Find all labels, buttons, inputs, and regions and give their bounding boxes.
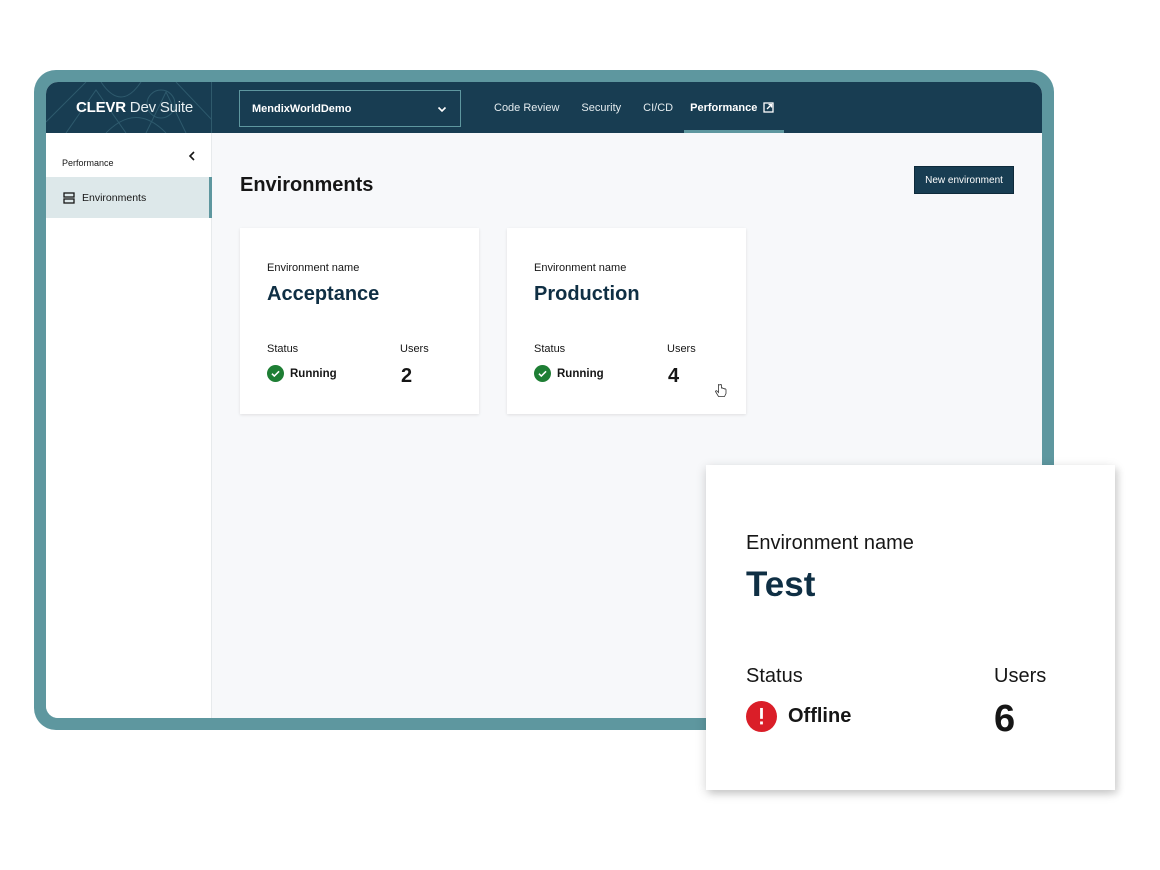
users-label: Users [400, 343, 429, 355]
chevron-down-icon [437, 106, 447, 112]
new-environment-button[interactable]: New environment [914, 166, 1014, 194]
brand-logo[interactable]: CLEVR Dev Suite [46, 82, 212, 133]
users-label: Users [994, 665, 1047, 687]
sidebar-item-label: Environments [82, 191, 147, 204]
users-count: 4 [668, 365, 680, 387]
top-navigation-bar: CLEVR Dev Suite MendixWorldDemo Code Rev… [46, 82, 1042, 133]
env-name: Acceptance [267, 283, 380, 305]
page-title: Environments [240, 174, 374, 196]
chevron-left-icon[interactable] [186, 149, 198, 163]
environment-card-production[interactable]: Environment name Production Status Users… [507, 228, 746, 414]
brand-name-bold: CLEVR [76, 99, 126, 116]
status-badge: Offline [746, 701, 851, 732]
environment-card-acceptance[interactable]: Environment name Acceptance Status Users… [240, 228, 479, 414]
status-badge: Running [267, 365, 337, 382]
status-text: Running [557, 367, 604, 380]
status-label: Status [267, 343, 299, 355]
users-label: Users [667, 343, 696, 355]
status-label: Status [746, 665, 803, 687]
error-circle-icon [746, 701, 777, 732]
main-nav: Code Review Security CI/CD Performance [483, 82, 785, 133]
external-link-icon [763, 102, 775, 113]
app-selector-value: MendixWorldDemo [252, 102, 352, 115]
status-badge: Running [534, 365, 604, 382]
status-text: Running [290, 367, 337, 380]
users-count: 6 [994, 698, 1016, 740]
hand-pointer-cursor-icon [715, 383, 727, 397]
users-count: 2 [401, 365, 413, 387]
server-icon [63, 191, 75, 204]
env-name-label: Environment name [267, 262, 360, 274]
check-circle-icon [267, 365, 284, 382]
nav-security[interactable]: Security [570, 82, 632, 133]
app-selector-dropdown[interactable]: MendixWorldDemo [239, 90, 461, 127]
check-circle-icon [534, 365, 551, 382]
status-text: Offline [788, 705, 852, 727]
nav-ci-cd[interactable]: CI/CD [632, 82, 684, 133]
nav-performance[interactable]: Performance [684, 82, 785, 133]
env-name: Test [746, 565, 816, 604]
env-name: Production [534, 283, 640, 305]
environment-card-test[interactable]: Environment name Test Status Users Offli… [706, 465, 1115, 790]
sidebar: Performance Environments [46, 133, 212, 718]
sidebar-title: Performance [62, 158, 114, 168]
status-label: Status [534, 343, 566, 355]
env-name-label: Environment name [534, 262, 627, 274]
sidebar-item-environments[interactable]: Environments [46, 177, 212, 218]
brand-name-rest: Dev Suite [125, 99, 194, 116]
env-name-label: Environment name [746, 532, 914, 554]
nav-code-review[interactable]: Code Review [483, 82, 570, 133]
